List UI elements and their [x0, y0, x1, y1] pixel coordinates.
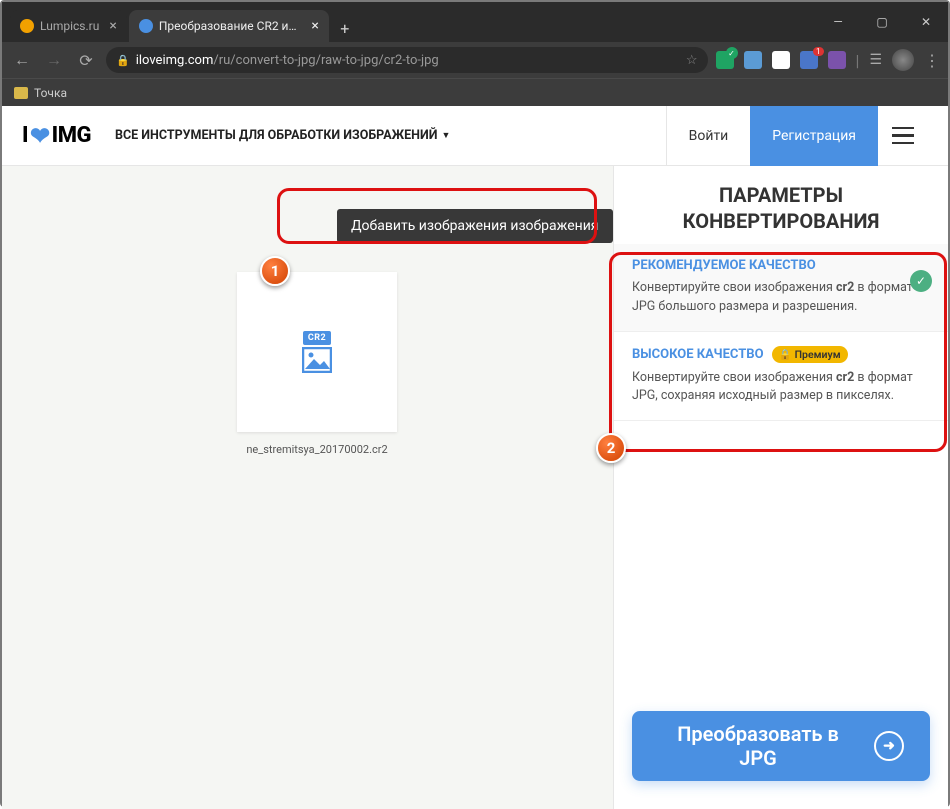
url-path: /ru/convert-to-jpg/raw-to-jpg/cr2-to-jpg: [213, 53, 438, 68]
tooltip-text: Добавить изображения изображения: [351, 218, 599, 234]
window-controls: — ▢ ✕: [816, 2, 948, 42]
file-thumbnail: CR2: [302, 331, 332, 373]
lock-icon: 🔒: [779, 348, 792, 361]
option-desc: Конвертируйте свои изображения cr2 в фор…: [632, 279, 930, 317]
browser-tab-active[interactable]: Преобразование CR2 изображ... ×: [129, 10, 329, 42]
image-icon: [302, 347, 332, 373]
logo[interactable]: I ❤ IMG: [22, 122, 91, 150]
profile-avatar[interactable]: [892, 49, 914, 71]
option-title-text: ВЫСОКОЕ КАЧЕСТВО: [632, 347, 764, 362]
title-line: КОНВЕРТИРОВАНИЯ: [683, 209, 880, 233]
convert-label: Преобразовать в JPG: [658, 722, 858, 770]
tab-title: Lumpics.ru: [40, 19, 99, 33]
desc-text: Конвертируйте свои изображения: [632, 280, 836, 295]
premium-text: Премиум: [795, 348, 841, 361]
divider: |: [856, 51, 860, 70]
url-field[interactable]: 🔒 iloveimg.com/ru/convert-to-jpg/raw-to-…: [106, 47, 708, 73]
signup-label: Регистрация: [772, 128, 856, 144]
forward-button[interactable]: →: [42, 48, 66, 72]
file-name: ne_stremitsya_20170002.cr2: [246, 443, 387, 456]
extension-icon[interactable]: ✓: [716, 51, 734, 69]
address-bar: ← → ⟳ 🔒 iloveimg.com/ru/convert-to-jpg/r…: [2, 42, 948, 78]
browser-tab-inactive[interactable]: Lumpics.ru ×: [10, 10, 127, 42]
site-header: I ❤ IMG ВСЕ ИНСТРУМЕНТЫ ДЛЯ ОБРАБОТКИ ИЗ…: [2, 106, 948, 166]
folder-icon: [14, 87, 28, 99]
minimize-button[interactable]: —: [816, 2, 860, 42]
convert-button[interactable]: Преобразовать в JPG ➜: [632, 711, 930, 781]
extension-icon[interactable]: 1: [800, 51, 818, 69]
extension-icon[interactable]: [744, 51, 762, 69]
close-icon[interactable]: ×: [109, 18, 116, 34]
option-high-quality[interactable]: ВЫСОКОЕ КАЧЕСТВО 🔒 Премиум Конвертируйте…: [614, 332, 948, 422]
canvas-area: Добавить изображения изображения + 1 CR2…: [2, 166, 613, 809]
sidebar: ПАРАМЕТРЫ КОНВЕРТИРОВАНИЯ РЕКОМЕНДУЕМОЕ …: [613, 166, 948, 809]
option-recommended-quality[interactable]: РЕКОМЕНДУЕМОЕ КАЧЕСТВО Конвертируйте сво…: [614, 244, 948, 332]
file-type-badge: CR2: [303, 331, 331, 345]
bookmark-bar: Точка: [2, 78, 948, 106]
bookmark-item[interactable]: Точка: [34, 86, 67, 100]
file-card[interactable]: CR2 ne_stremitsya_20170002.cr2: [237, 272, 397, 432]
premium-badge: 🔒 Премиум: [772, 346, 848, 363]
extension-icons: ✓ 1 | ☰ ⋮: [716, 49, 940, 71]
tab-favicon: [20, 19, 34, 33]
check-icon: ✓: [910, 270, 932, 292]
close-icon[interactable]: ×: [311, 18, 318, 34]
chevron-down-icon: ▼: [441, 130, 450, 141]
desc-bold: cr2: [836, 370, 854, 385]
browser-titlebar: Lumpics.ru × Преобразование CR2 изображ.…: [2, 2, 948, 42]
desc-bold: cr2: [836, 280, 854, 295]
back-button[interactable]: ←: [10, 48, 34, 72]
signup-button[interactable]: Регистрация: [750, 106, 878, 166]
sidebar-title: ПАРАМЕТРЫ КОНВЕРТИРОВАНИЯ: [614, 166, 948, 244]
reading-list-icon[interactable]: ☰: [869, 52, 882, 68]
url-domain: iloveimg.com: [136, 53, 214, 68]
extension-icon[interactable]: [772, 51, 790, 69]
maximize-button[interactable]: ▢: [860, 2, 904, 42]
tab-favicon: [139, 19, 153, 33]
menu-button[interactable]: [878, 106, 928, 166]
tools-dropdown[interactable]: ВСЕ ИНСТРУМЕНТЫ ДЛЯ ОБРАБОТКИ ИЗОБРАЖЕНИ…: [115, 128, 450, 143]
star-icon[interactable]: ☆: [686, 53, 698, 68]
heart-icon: ❤: [30, 122, 50, 150]
reload-button[interactable]: ⟳: [74, 48, 98, 72]
arrow-right-icon: ➜: [874, 731, 904, 761]
option-title: ВЫСОКОЕ КАЧЕСТВО 🔒 Премиум: [632, 346, 930, 363]
extension-icon[interactable]: [828, 51, 846, 69]
lock-icon: 🔒: [116, 54, 130, 67]
add-tooltip: Добавить изображения изображения: [337, 209, 613, 243]
tools-label: ВСЕ ИНСТРУМЕНТЫ ДЛЯ ОБРАБОТКИ ИЗОБРАЖЕНИ…: [115, 128, 437, 143]
desc-text: Конвертируйте свои изображения: [632, 370, 836, 385]
new-tab-button[interactable]: +: [331, 14, 359, 42]
close-button[interactable]: ✕: [904, 2, 948, 42]
tab-title: Преобразование CR2 изображ...: [159, 19, 302, 33]
login-label: Войти: [689, 128, 729, 144]
login-button[interactable]: Войти: [666, 106, 751, 166]
logo-text-post: IMG: [52, 123, 91, 148]
option-title: РЕКОМЕНДУЕМОЕ КАЧЕСТВО: [632, 258, 930, 273]
logo-text-pre: I: [22, 123, 28, 148]
main-layout: Добавить изображения изображения + 1 CR2…: [2, 166, 948, 809]
option-desc: Конвертируйте свои изображения cr2 в фор…: [632, 369, 930, 407]
menu-icon[interactable]: ⋮: [924, 51, 940, 70]
title-line: ПАРАМЕТРЫ: [719, 183, 843, 207]
